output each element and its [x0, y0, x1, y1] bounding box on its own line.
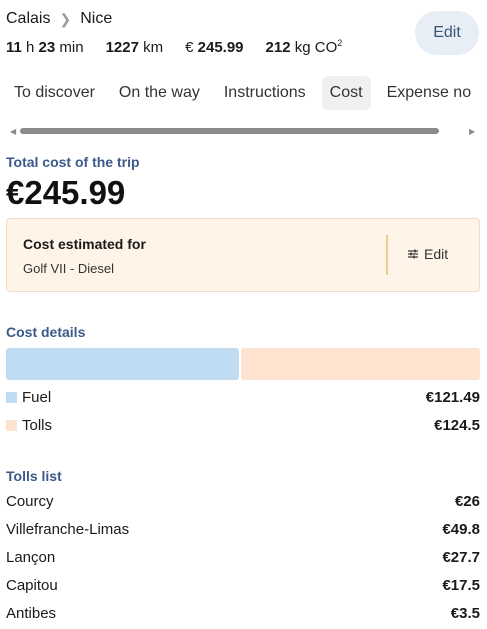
co2-subscript: 2	[337, 38, 343, 48]
trip-co2: 212 kg CO2	[266, 38, 343, 56]
trip-duration: 11 h 23 min	[6, 39, 84, 56]
scrollbar-thumb[interactable]	[20, 128, 439, 134]
chevron-right-icon: ❯	[59, 10, 72, 27]
price-value: 245.99	[197, 39, 244, 56]
cost-estimate-card: Cost estimated for Golf VII - Diesel Edi…	[6, 218, 480, 292]
tolls-legend-row: Tolls €124.5	[6, 417, 480, 434]
toll-row: Villefranche-Limas €49.8	[6, 521, 480, 538]
duration-minutes-unit: min	[59, 39, 84, 56]
tabs-scrollbar[interactable]: ◀ ▶	[0, 125, 487, 137]
tab-to-discover[interactable]: To discover	[6, 76, 103, 110]
toll-value: €26	[454, 493, 480, 510]
toll-value: €3.5	[450, 605, 480, 622]
estimate-title: Cost estimated for	[23, 236, 146, 252]
toll-row: Courcy €26	[6, 493, 480, 510]
price-currency: €	[185, 39, 194, 56]
toll-value: €27.7	[442, 549, 480, 566]
settings-sliders-icon	[408, 249, 418, 259]
total-cost-label: Total cost of the trip	[6, 154, 140, 170]
toll-value: €17.5	[442, 577, 480, 594]
tab-instructions[interactable]: Instructions	[216, 76, 314, 110]
tab-cost[interactable]: Cost	[321, 76, 371, 110]
tolls-list-label: Tolls list	[6, 468, 62, 484]
edit-trip-button[interactable]: Edit	[415, 11, 479, 55]
cost-details-label: Cost details	[6, 324, 86, 340]
toll-name: Villefranche-Limas	[6, 521, 130, 538]
tab-on-the-way[interactable]: On the way	[111, 76, 208, 110]
toll-row: Capitou €17.5	[6, 577, 480, 594]
scroll-left-icon[interactable]: ◀	[10, 127, 16, 136]
distance-unit: km	[143, 39, 164, 56]
duration-hours-unit: h	[26, 39, 35, 56]
origin-city: Calais	[6, 10, 51, 27]
toll-name: Antibes	[6, 605, 57, 622]
fuel-value: €121.49	[425, 389, 480, 406]
edit-vehicle-label: Edit	[424, 246, 449, 262]
tab-bar: To discover On the way Instructions Cost…	[0, 75, 487, 111]
trip-stats: 11 h 23 min 1227 km € 245.99 212 kg CO2	[6, 38, 342, 56]
distance-value: 1227	[105, 39, 139, 56]
duration-minutes: 23	[38, 39, 56, 56]
tolls-cost-bar	[241, 348, 480, 380]
fuel-swatch	[6, 392, 17, 403]
fuel-cost-bar	[6, 348, 239, 380]
tolls-value: €124.5	[434, 417, 480, 434]
trip-price: € 245.99	[185, 39, 243, 56]
toll-name: Capitou	[6, 577, 58, 594]
co2-unit: kg CO	[294, 39, 338, 56]
toll-name: Lançon	[6, 549, 56, 566]
trip-distance: 1227 km	[106, 39, 164, 56]
co2-value: 212	[265, 39, 291, 56]
edit-vehicle-button[interactable]: Edit	[407, 246, 448, 262]
fuel-legend-row: Fuel €121.49	[6, 389, 480, 406]
duration-hours: 11	[6, 39, 22, 56]
estimate-divider	[386, 235, 388, 275]
toll-row: Antibes €3.5	[6, 605, 480, 622]
destination-city: Nice	[80, 10, 113, 27]
scroll-right-icon[interactable]: ▶	[469, 127, 475, 136]
toll-row: Lançon €27.7	[6, 549, 480, 566]
toll-value: €49.8	[442, 521, 480, 538]
tolls-swatch	[6, 420, 17, 431]
fuel-label: Fuel	[22, 389, 52, 406]
vehicle-name: Golf VII - Diesel	[23, 261, 115, 276]
route-breadcrumb: Calais ❯ Nice	[6, 10, 112, 28]
toll-name: Courcy	[6, 493, 54, 510]
tolls-label: Tolls	[22, 417, 53, 434]
total-cost-value: €245.99	[6, 174, 126, 211]
tab-expense-notes[interactable]: Expense no	[379, 76, 480, 110]
